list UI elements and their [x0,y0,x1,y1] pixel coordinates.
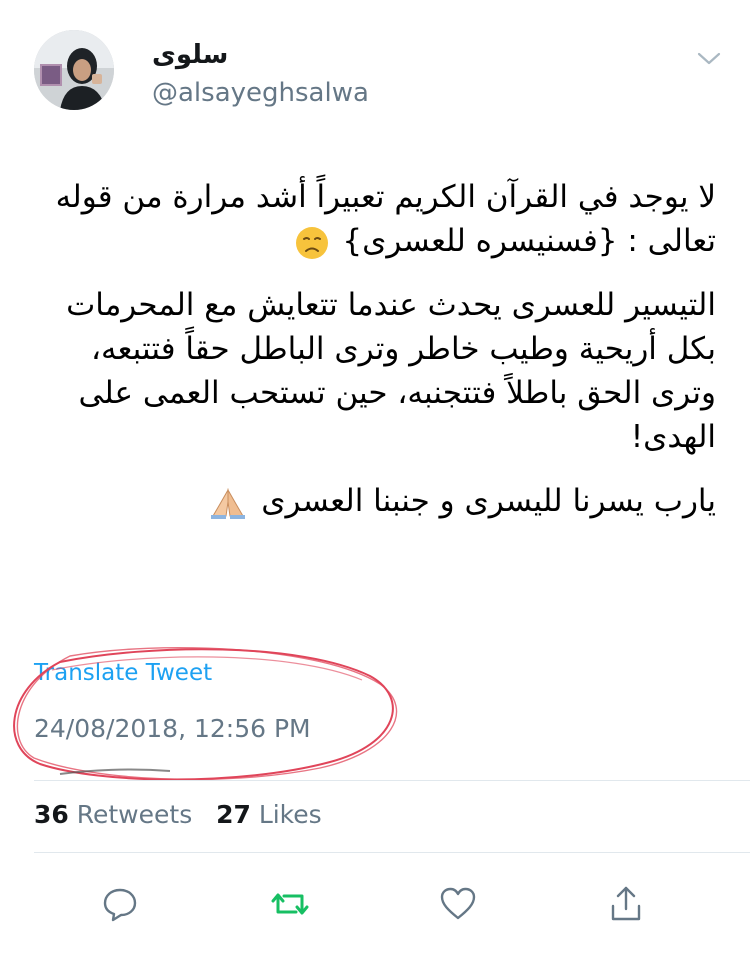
tweet-paragraph: يارب يسرنا لليسرى و جنبنا العسرى [26,479,716,523]
likes-label: Likes [258,800,322,829]
tweet-paragraph: لا يوجد في القرآن الكريم تعبيراً أشد مرا… [26,175,716,263]
tweet-stats: 36 Retweets 27 Likes [34,800,322,829]
divider [34,780,750,781]
tweet-paragraph: التيسير للعسرى يحدث عندما تتعايش مع المح… [66,287,716,455]
avatar-photo [34,30,114,110]
disappointed-face-emoji-icon [295,226,328,259]
heart-icon[interactable] [438,884,478,924]
share-icon[interactable] [606,884,646,924]
folded-hands-emoji-icon [211,487,246,519]
avatar[interactable] [34,30,114,110]
user-handle[interactable]: @alsayeghsalwa [152,78,369,108]
like-count-link[interactable]: 27 Likes [216,800,322,829]
chevron-down-icon[interactable] [696,48,722,68]
retweet-icon[interactable] [270,884,310,924]
display-name[interactable]: سلوى [152,40,228,70]
divider [34,852,750,853]
reply-icon[interactable] [100,884,140,924]
tweet-paragraph-text: لا يوجد في القرآن الكريم تعبيراً أشد مرا… [55,179,716,259]
retweet-count-link[interactable]: 36 Retweets [34,800,192,829]
tweet-paragraph-text: يارب يسرنا لليسرى و جنبنا العسرى [261,483,716,519]
tweet-text: لا يوجد في القرآن الكريم تعبيراً أشد مرا… [26,175,716,543]
retweets-label: Retweets [76,800,193,829]
tweet-timestamp: 24/08/2018, 12:56 PM [34,714,311,743]
likes-count: 27 [216,800,251,829]
translate-tweet-link[interactable]: Translate Tweet [34,660,212,686]
retweets-count: 36 [34,800,69,829]
